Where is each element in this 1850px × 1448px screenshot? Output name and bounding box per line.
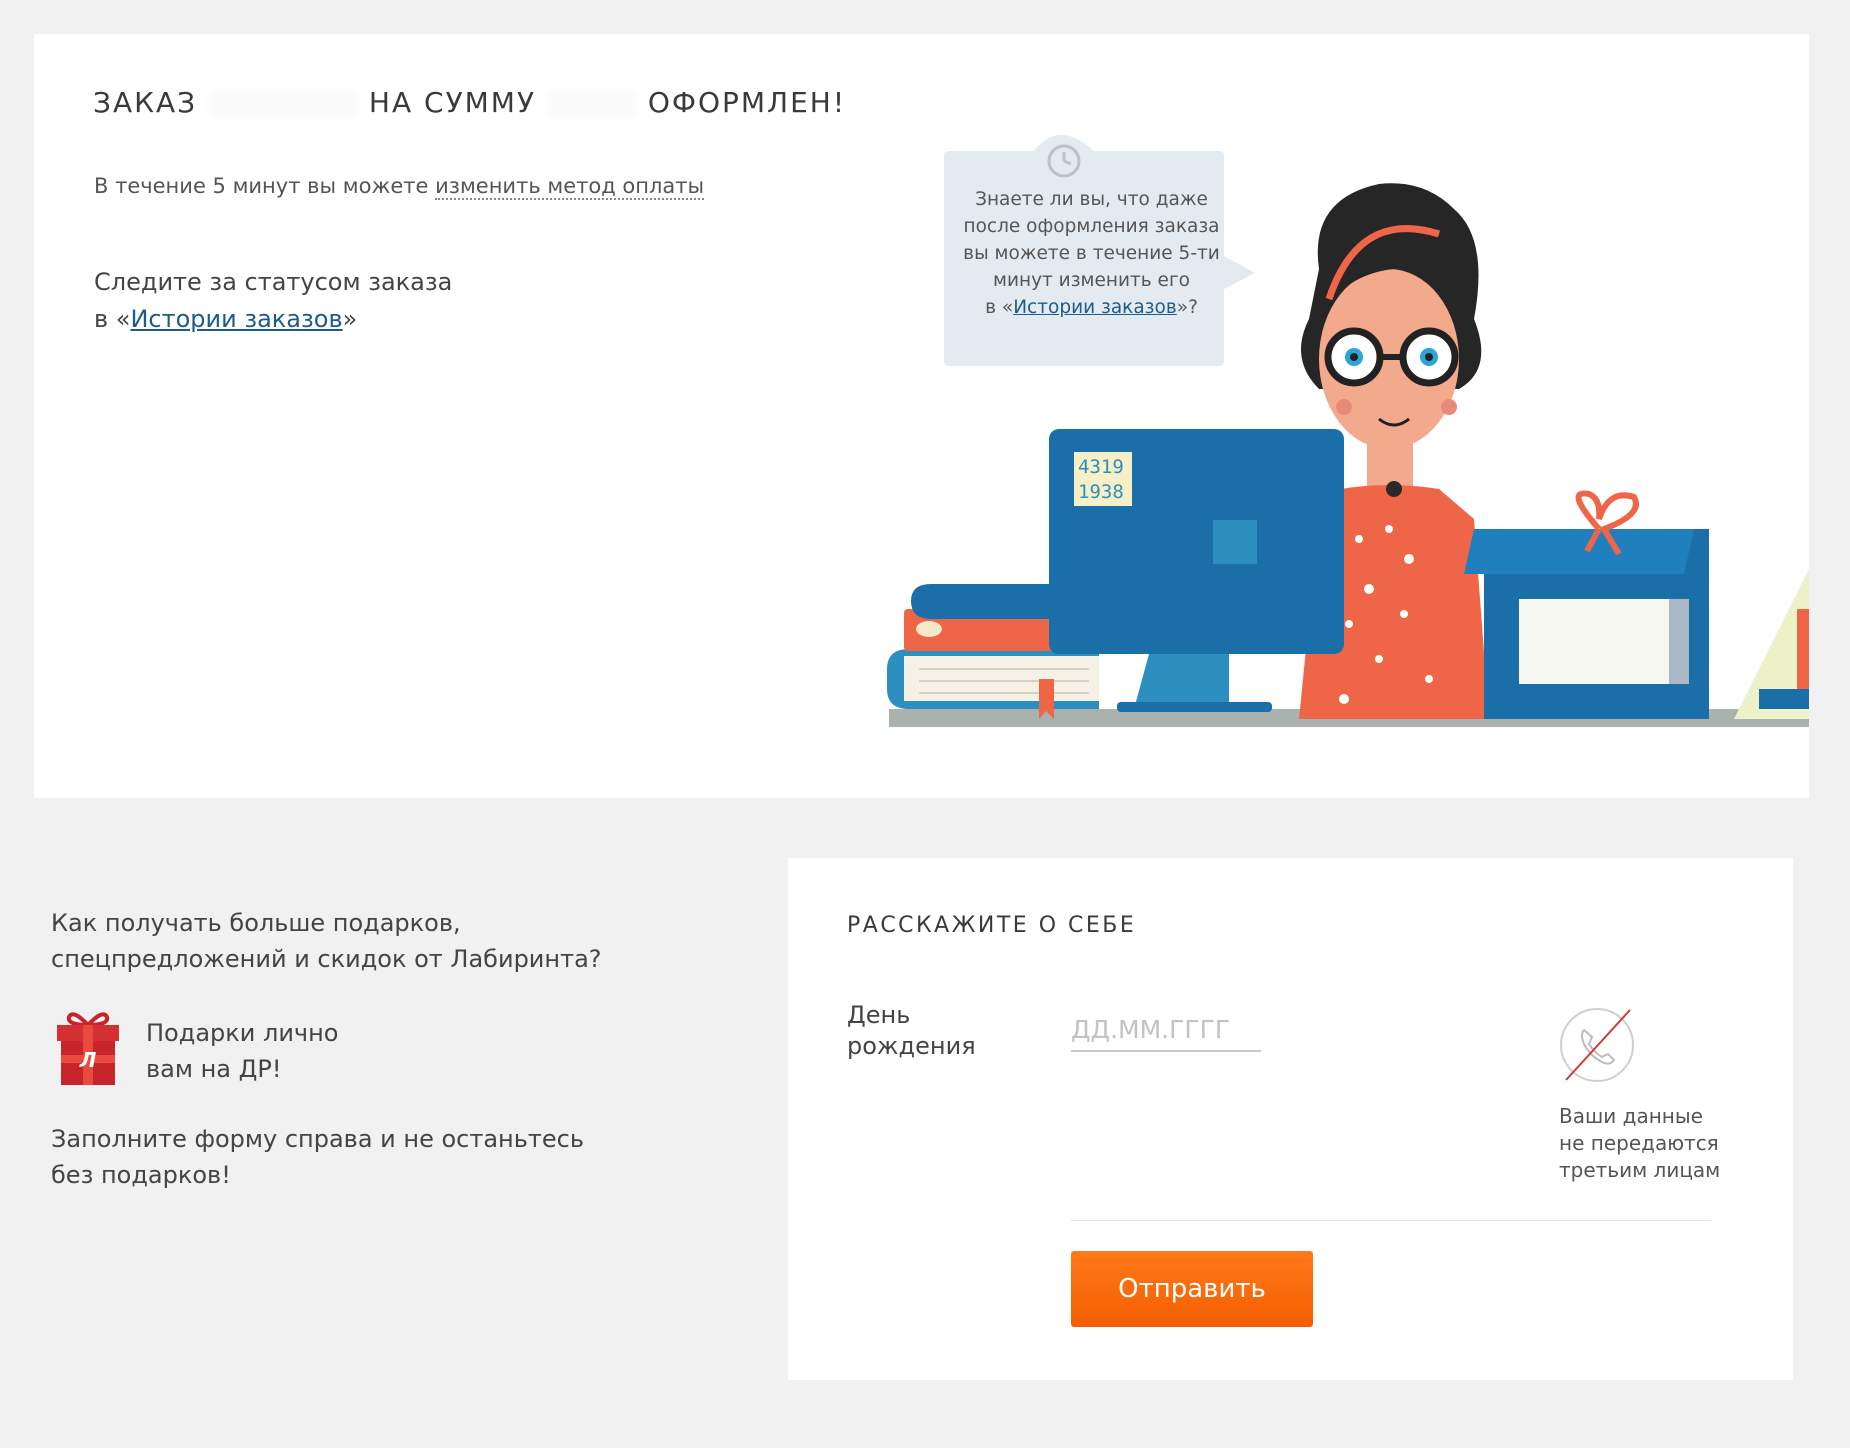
sticky-note-line2: 1938 <box>1078 481 1124 503</box>
gift-box <box>1464 490 1709 719</box>
bubble-order-history-link[interactable]: Истории заказов <box>1013 297 1177 318</box>
birthday-label: День рождения <box>847 1000 976 1062</box>
follow-status-line: Следите за статусом заказа <box>94 268 453 296</box>
monitor-logo: Л <box>1222 527 1246 560</box>
change-payment-method-link[interactable]: изменить метод оплаты <box>435 174 705 200</box>
follow-status-text: Следите за статусом заказа в «Истории за… <box>94 264 452 338</box>
promo-section: Как получать больше подарков, спецпредло… <box>51 905 691 1193</box>
promo-question: Как получать больше подарков, спецпредло… <box>51 905 691 977</box>
bubble-line: минут изменить его <box>993 270 1190 291</box>
bubble-line: Знаете ли вы, что даже <box>975 189 1208 210</box>
gift-icon: Л <box>57 1012 119 1085</box>
order-sum-redacted <box>546 89 637 119</box>
bubble-link-line: в «Истории заказов»? <box>959 294 1224 321</box>
follow-status-link-line: в «Истории заказов» <box>94 301 452 338</box>
follow-prefix: в « <box>94 305 131 333</box>
no-phone-icon <box>1560 1008 1634 1082</box>
about-yourself-form: РАССКАЖИТЕ О СЕБЕ День рождения Ваши дан… <box>788 858 1793 1380</box>
change-payment-text: В течение 5 минут вы можете <box>94 174 436 198</box>
birthday-input[interactable] <box>1071 1008 1261 1052</box>
privacy-note: Ваши данные не передаются третьим лицам <box>1559 1103 1720 1184</box>
orange-block-decoration <box>1797 609 1809 689</box>
order-title-word-order: ЗАКАЗ <box>93 86 198 119</box>
blue-book-decoration <box>1759 689 1809 709</box>
promo-fill-text: Заполните форму справа и не останьтесь б… <box>51 1121 691 1193</box>
order-title-word-sum: НА СУММУ <box>368 86 537 119</box>
order-title: ЗАКАЗ НА СУММУ ОФОРМЛЕН! <box>93 86 846 119</box>
submit-button[interactable]: Отправить <box>1071 1251 1313 1327</box>
form-divider <box>1071 1220 1711 1221</box>
promo-question-line: Как получать больше подарков, <box>51 909 461 937</box>
bubble-text: Знаете ли вы, что даже после оформления … <box>959 186 1224 321</box>
order-confirmation-card: ЗАКАЗ НА СУММУ ОФОРМЛЕН! В течение 5 мин… <box>34 34 1809 798</box>
sticky-note-line1: 4319 <box>1078 456 1124 478</box>
birthday-label-line: День <box>847 1001 911 1029</box>
order-history-link[interactable]: Истории заказов <box>130 305 342 333</box>
privacy-line: не передаются <box>1559 1131 1719 1155</box>
promo-fill-line: Заполните форму справа и не останьтесь <box>51 1125 584 1153</box>
bubble-line: вы можете в течение 5-ти <box>963 243 1220 264</box>
gift-text-line: вам на ДР! <box>146 1055 282 1083</box>
gift-text: Подарки лично вам на ДР! <box>146 1015 338 1087</box>
gift-row: Л Подарки лично вам на ДР! <box>51 1007 691 1091</box>
gift-logo: Л <box>79 1048 97 1072</box>
birthday-label-line: рождения <box>847 1032 976 1060</box>
bubble-suffix: »? <box>1176 297 1198 318</box>
privacy-line: третьим лицам <box>1559 1158 1721 1182</box>
bubble-line: после оформления заказа <box>963 216 1220 237</box>
privacy-line: Ваши данные <box>1559 1104 1703 1128</box>
change-payment-line: В течение 5 минут вы можете изменить мет… <box>94 174 705 200</box>
form-title: РАССКАЖИТЕ О СЕБЕ <box>847 913 1137 938</box>
follow-suffix: » <box>342 305 358 333</box>
order-number-redacted <box>208 89 358 119</box>
bubble-prefix: в « <box>985 297 1014 318</box>
order-title-word-done: ОФОРМЛЕН! <box>647 86 847 119</box>
promo-question-line: спецпредложений и скидок от Лабиринта? <box>51 945 602 973</box>
promo-fill-line: без подарков! <box>51 1161 231 1189</box>
gift-text-line: Подарки лично <box>146 1019 339 1047</box>
